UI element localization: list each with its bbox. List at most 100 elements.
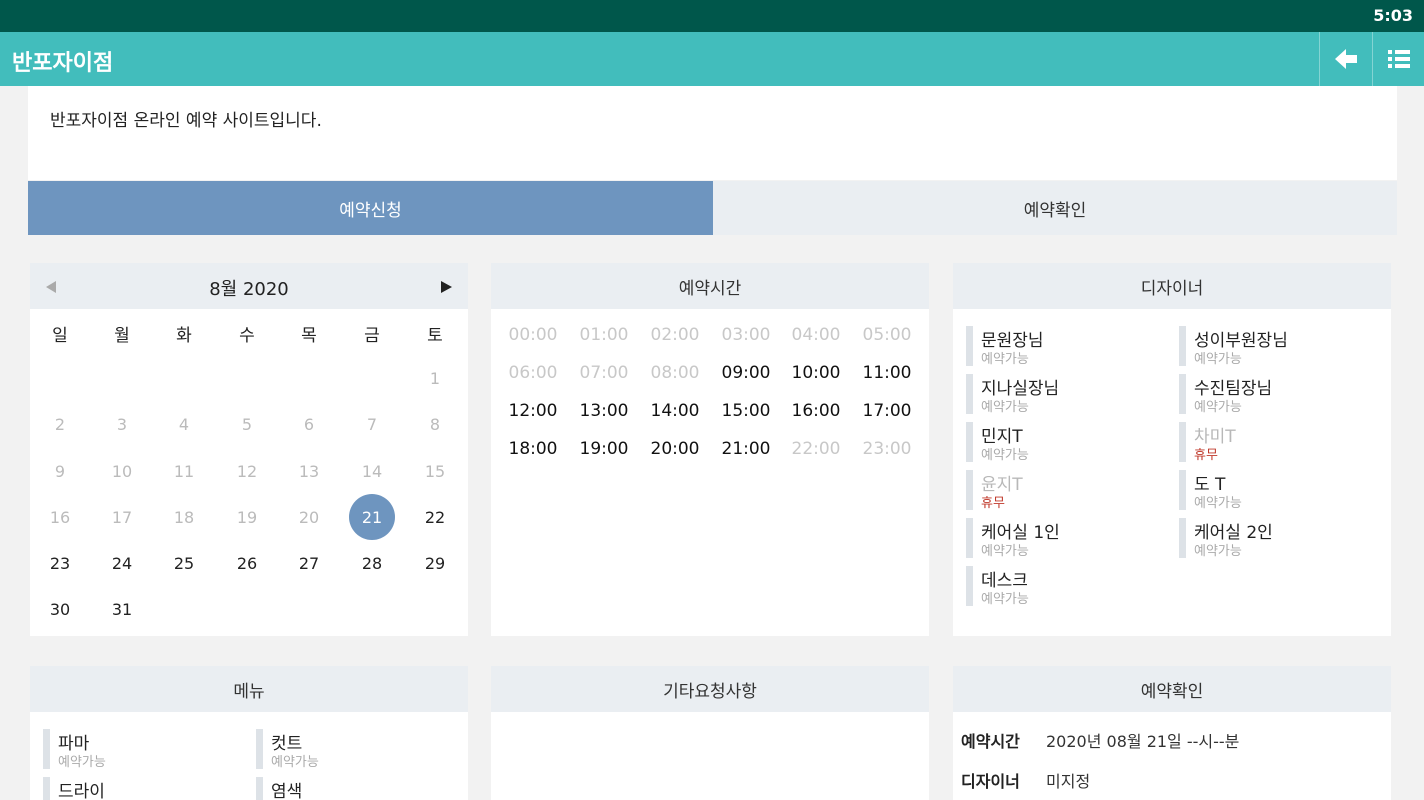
item-status: 휴무 — [981, 496, 1005, 511]
time-slot[interactable]: 06:00 — [503, 363, 563, 383]
selectable-item[interactable]: 컷트 예약가능 — [256, 729, 456, 770]
next-month-icon[interactable] — [435, 277, 455, 297]
calendar-day[interactable]: 24 — [99, 540, 145, 586]
selectable-item[interactable]: 민지T 예약가능 — [966, 422, 1166, 463]
calendar-day[interactable]: 6 — [286, 401, 332, 447]
calendar-day[interactable]: 4 — [161, 401, 207, 447]
item-indicator-bar — [43, 729, 50, 769]
confirm-panel: 예약확인 예약시간 2020년 08월 21일 --시--분 디자이너 미지정 — [953, 666, 1391, 800]
calendar-day[interactable]: 15 — [412, 448, 458, 494]
weekday-label: 금 — [364, 326, 380, 346]
calendar-day[interactable]: 30 — [37, 586, 83, 632]
time-slot[interactable]: 07:00 — [574, 363, 634, 383]
calendar-day[interactable]: 29 — [412, 540, 458, 586]
calendar-day[interactable]: 8 — [412, 401, 458, 447]
weekday-label: 화 — [176, 326, 192, 346]
time-slot[interactable]: 01:00 — [574, 325, 634, 345]
item-status: 예약가능 — [58, 755, 106, 770]
confirm-time-label: 예약시간 — [961, 732, 1020, 751]
calendar-day[interactable]: 28 — [349, 540, 395, 586]
calendar-day-selected[interactable]: 21 — [349, 494, 395, 540]
time-slot[interactable]: 14:00 — [645, 401, 705, 421]
time-slot[interactable]: 00:00 — [503, 325, 563, 345]
selectable-item[interactable]: 드라이 — [43, 777, 243, 800]
time-slot[interactable]: 05:00 — [857, 325, 917, 345]
selectable-item[interactable]: 염색 — [256, 777, 456, 800]
calendar-day[interactable]: 7 — [349, 401, 395, 447]
calendar-day[interactable]: 31 — [99, 586, 145, 632]
calendar-day[interactable]: 19 — [224, 494, 270, 540]
time-slot[interactable]: 17:00 — [857, 401, 917, 421]
calendar-day[interactable]: 9 — [37, 448, 83, 494]
extra-requests-panel[interactable]: 기타요청사항 — [491, 666, 929, 800]
time-slot[interactable]: 16:00 — [786, 401, 846, 421]
status-clock: 5:03 — [1373, 6, 1413, 25]
tab-reservation-request[interactable]: 예약신청 — [28, 181, 713, 235]
notice-text: 반포자이점 온라인 예약 사이트입니다. — [50, 111, 322, 131]
item-indicator-bar — [966, 326, 973, 366]
time-slot[interactable]: 04:00 — [786, 325, 846, 345]
calendar-day[interactable]: 22 — [412, 494, 458, 540]
calendar-day[interactable]: 3 — [99, 401, 145, 447]
calendar-day[interactable]: 20 — [286, 494, 332, 540]
weekday-label: 목 — [301, 326, 317, 346]
time-slot[interactable]: 08:00 — [645, 363, 705, 383]
selectable-item[interactable]: 도 T 예약가능 — [1179, 470, 1379, 511]
time-slot[interactable]: 23:00 — [857, 439, 917, 459]
time-slot[interactable]: 22:00 — [786, 439, 846, 459]
selectable-item[interactable]: 윤지T 휴무 — [966, 470, 1166, 511]
time-slot[interactable]: 15:00 — [716, 401, 776, 421]
time-slot[interactable]: 03:00 — [716, 325, 776, 345]
time-slot[interactable]: 20:00 — [645, 439, 705, 459]
app-bar: 반포자이점 — [0, 32, 1424, 86]
time-slot[interactable]: 12:00 — [503, 401, 563, 421]
time-slot[interactable]: 21:00 — [716, 439, 776, 459]
time-slot[interactable]: 11:00 — [857, 363, 917, 383]
tab-bar: 예약신청 예약확인 — [28, 181, 1397, 235]
prev-month-icon[interactable] — [42, 277, 62, 297]
time-slot[interactable]: 10:00 — [786, 363, 846, 383]
item-status: 예약가능 — [1194, 352, 1242, 367]
list-menu-button[interactable] — [1372, 32, 1424, 86]
calendar-day[interactable]: 10 — [99, 448, 145, 494]
selectable-item[interactable]: 차미T 휴무 — [1179, 422, 1379, 463]
weekday-label: 일 — [52, 326, 68, 346]
calendar-day[interactable]: 25 — [161, 540, 207, 586]
weekday-label: 월 — [114, 326, 130, 346]
back-button[interactable] — [1319, 32, 1372, 86]
selectable-item[interactable]: 수진팀장님 예약가능 — [1179, 374, 1379, 415]
calendar-day[interactable]: 17 — [99, 494, 145, 540]
selectable-item[interactable]: 문원장님 예약가능 — [966, 326, 1166, 367]
app-title: 반포자이점 — [12, 51, 114, 76]
time-slot[interactable]: 13:00 — [574, 401, 634, 421]
calendar-day[interactable]: 1 — [412, 355, 458, 401]
item-name: 염색 — [271, 782, 303, 800]
time-slot[interactable]: 18:00 — [503, 439, 563, 459]
tab-reservation-check[interactable]: 예약확인 — [713, 181, 1397, 235]
item-status: 휴무 — [1194, 448, 1218, 463]
time-slot[interactable]: 02:00 — [645, 325, 705, 345]
calendar-day[interactable]: 11 — [161, 448, 207, 494]
selectable-item[interactable]: 성이부원장님 예약가능 — [1179, 326, 1379, 367]
calendar-day[interactable]: 13 — [286, 448, 332, 494]
weekday-label: 토 — [427, 326, 443, 346]
calendar-day[interactable]: 26 — [224, 540, 270, 586]
item-indicator-bar — [1179, 518, 1186, 558]
calendar-day[interactable]: 16 — [37, 494, 83, 540]
calendar-day[interactable]: 18 — [161, 494, 207, 540]
selectable-item[interactable]: 지나실장님 예약가능 — [966, 374, 1166, 415]
calendar-day[interactable]: 14 — [349, 448, 395, 494]
designer-panel: 디자이너 문원장님 예약가능 성이부원장님 예약가능 지나실장님 예약가능 수진팀장님 예약가… — [953, 263, 1391, 636]
selectable-item[interactable]: 케어실 2인 예약가능 — [1179, 518, 1379, 559]
selectable-item[interactable]: 파마 예약가능 — [43, 729, 243, 770]
calendar-day[interactable]: 12 — [224, 448, 270, 494]
time-slot[interactable]: 09:00 — [716, 363, 776, 383]
extra-requests-title: 기타요청사항 — [491, 666, 929, 712]
selectable-item[interactable]: 케어실 1인 예약가능 — [966, 518, 1166, 559]
calendar-day[interactable]: 23 — [37, 540, 83, 586]
calendar-day[interactable]: 27 — [286, 540, 332, 586]
calendar-day[interactable]: 2 — [37, 401, 83, 447]
selectable-item[interactable]: 데스크 예약가능 — [966, 566, 1166, 607]
calendar-day[interactable]: 5 — [224, 401, 270, 447]
time-slot[interactable]: 19:00 — [574, 439, 634, 459]
